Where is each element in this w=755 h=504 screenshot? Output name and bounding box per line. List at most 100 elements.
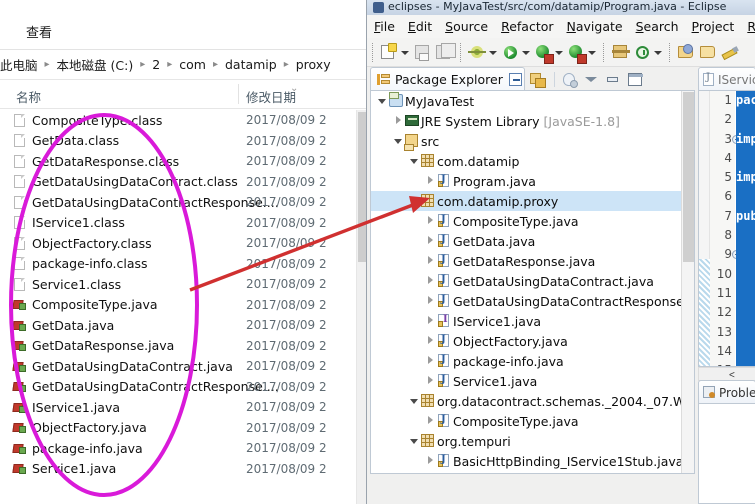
tree-node[interactable]: GetDataUsingDataContract.java: [371, 271, 694, 291]
file-row[interactable]: GetDataUsingDataContract.class 2017/08/09…: [0, 172, 368, 193]
breadcrumb-item-1[interactable]: 本地磁盘 (C:): [57, 55, 134, 74]
code-line[interactable]: pub: [736, 206, 755, 227]
tree-node[interactable]: Program.java: [371, 171, 694, 191]
link-with-editor-icon[interactable]: [528, 70, 548, 89]
run-external-icon[interactable]: [533, 42, 554, 64]
code-line[interactable]: [736, 303, 755, 323]
chevron-right-icon[interactable]: [423, 351, 436, 371]
tree-node[interactable]: Service1.java: [371, 371, 694, 391]
tree-node[interactable]: com.datamip: [371, 151, 694, 171]
chevron-right-icon[interactable]: [423, 231, 436, 251]
new-dropdown-caret-icon[interactable]: [400, 42, 409, 62]
tree-node[interactable]: GetDataUsingDataContractResponse: [371, 291, 694, 311]
file-row[interactable]: CompositeType.java 2017/08/09 2: [0, 295, 368, 316]
tab-iservice1-editor[interactable]: IService1: [698, 67, 755, 91]
editor-horizontal-scrollbar[interactable]: <: [698, 367, 755, 381]
breadcrumb[interactable]: 此电脑 ▸ 本地磁盘 (C:) ▸ 2 ▸ com ▸ datamip ▸ pr…: [0, 50, 368, 80]
file-row[interactable]: Service1.class 2017/08/09 2: [0, 274, 368, 295]
chevron-down-icon[interactable]: [407, 151, 420, 171]
save-icon[interactable]: [412, 42, 432, 62]
package-explorer-tree[interactable]: MyJavaTest JRE System Library [JavaSE-1.8…: [370, 90, 695, 474]
tree-node[interactable]: CompositeType.java: [371, 211, 694, 231]
file-row[interactable]: GetDataUsingDataContractResponse.... 2017…: [0, 192, 368, 213]
chevron-right-icon[interactable]: [423, 291, 436, 311]
tree-node[interactable]: CompositeType.java: [371, 411, 694, 431]
extract-icon[interactable]: [610, 42, 630, 62]
view-filter-icon[interactable]: [559, 70, 579, 89]
menu-item-search[interactable]: Search: [636, 19, 679, 34]
code-line[interactable]: imp: [736, 129, 755, 149]
chevron-right-icon[interactable]: [423, 211, 436, 231]
chevron-down-icon[interactable]: [375, 91, 388, 111]
file-row[interactable]: GetDataUsingDataContractResponse.... 2017…: [0, 377, 368, 398]
code-line[interactable]: [736, 226, 755, 246]
package-explorer-rows[interactable]: MyJavaTest JRE System Library [JavaSE-1.8…: [371, 91, 694, 471]
breadcrumb-item-4[interactable]: datamip: [225, 57, 277, 72]
breadcrumb-item-5[interactable]: proxy: [296, 57, 331, 72]
maximize-icon[interactable]: [625, 70, 645, 89]
chevron-right-icon[interactable]: [423, 411, 436, 431]
open-type-icon[interactable]: [676, 42, 696, 62]
chevron-right-icon[interactable]: [423, 251, 436, 271]
open-resource-icon[interactable]: [698, 42, 718, 62]
chevron-right-icon[interactable]: [423, 331, 436, 351]
tree-node[interactable]: org.datacontract.schemas._2004._07.Wcf: [371, 391, 694, 411]
column-header-name[interactable]: 名称: [16, 87, 41, 106]
collapse-all-icon[interactable]: [506, 70, 526, 89]
minimize-icon[interactable]: [603, 70, 623, 89]
problems-body[interactable]: [698, 403, 755, 504]
history-dropdown-caret-icon[interactable]: [653, 42, 662, 62]
code-line[interactable]: [736, 264, 755, 284]
tree-node[interactable]: org.tempuri: [371, 431, 694, 451]
package-explorer-scrollbar[interactable]: [681, 91, 694, 473]
column-divider[interactable]: [238, 84, 239, 104]
file-row[interactable]: GetData.class 2017/08/09 2: [0, 131, 368, 152]
chevron-down-icon[interactable]: [407, 391, 420, 411]
breadcrumb-item-2[interactable]: 2: [152, 57, 160, 72]
file-row[interactable]: GetData.java 2017/08/09 2: [0, 315, 368, 336]
column-header-date[interactable]: 修改日期: [246, 87, 296, 106]
editor-code-area[interactable]: pac imp imp pub: [736, 91, 755, 366]
tree-node[interactable]: src: [371, 131, 694, 151]
breadcrumb-item-0[interactable]: 此电脑: [0, 55, 38, 74]
run-external-dropdown-caret-icon[interactable]: [554, 42, 563, 62]
pencil-icon[interactable]: [720, 42, 740, 62]
file-list[interactable]: CompositeType.class 2017/08/09 2 GetData.c…: [0, 110, 368, 504]
tree-node[interactable]: JRE System Library [JavaSE-1.8]: [371, 111, 694, 131]
chevron-right-icon[interactable]: [423, 171, 436, 191]
editor-body[interactable]: 123456789101112131415 pacimpimppub: [698, 90, 755, 367]
code-line[interactable]: [736, 283, 755, 304]
chevron-right-icon[interactable]: [423, 271, 436, 291]
menu-item-source[interactable]: Source: [445, 19, 488, 34]
code-line[interactable]: [736, 341, 755, 362]
package-explorer-scrollbar-thumb[interactable]: [683, 92, 694, 262]
debug-dropdown-caret-icon[interactable]: [488, 42, 497, 62]
run-icon[interactable]: [500, 42, 520, 62]
tree-node[interactable]: MyJavaTest: [371, 91, 694, 111]
save-all-icon[interactable]: [434, 42, 456, 62]
chevron-right-icon[interactable]: [391, 111, 404, 131]
tree-node[interactable]: GetData.java: [371, 231, 694, 251]
tree-node[interactable]: ObjectFactory.java: [371, 331, 694, 351]
code-line[interactable]: [736, 245, 755, 265]
file-row[interactable]: CompositeType.class 2017/08/09 2: [0, 110, 368, 131]
chevron-right-icon[interactable]: [423, 311, 436, 331]
file-row[interactable]: package-info.java 2017/08/09 2: [0, 438, 368, 459]
file-row[interactable]: IService1.java 2017/08/09 2: [0, 397, 368, 418]
file-row[interactable]: Service1.java 2017/08/09 2: [0, 459, 368, 480]
tree-node[interactable]: BasicHttpBinding_IService1Stub.java: [371, 451, 694, 471]
debug-icon[interactable]: [467, 42, 487, 62]
file-row[interactable]: GetDataResponse.class 2017/08/09 2: [0, 151, 368, 172]
breadcrumb-item-3[interactable]: com: [179, 57, 206, 72]
menu-item-navigate[interactable]: Navigate: [567, 19, 623, 34]
menu-item-run[interactable]: Run: [747, 19, 755, 34]
package-explorer-view-toolbar[interactable]: [506, 69, 647, 90]
code-line[interactable]: [736, 110, 755, 130]
tab-package-explorer[interactable]: Package Explorer ✕: [370, 67, 526, 91]
eclipse-toolbar[interactable]: [367, 38, 755, 67]
code-line[interactable]: [736, 322, 755, 342]
chevron-down-icon[interactable]: [407, 191, 420, 211]
file-row[interactable]: ObjectFactory.java 2017/08/09 2: [0, 418, 368, 439]
code-line[interactable]: [736, 148, 755, 169]
tab-problems[interactable]: Problem: [698, 380, 755, 404]
